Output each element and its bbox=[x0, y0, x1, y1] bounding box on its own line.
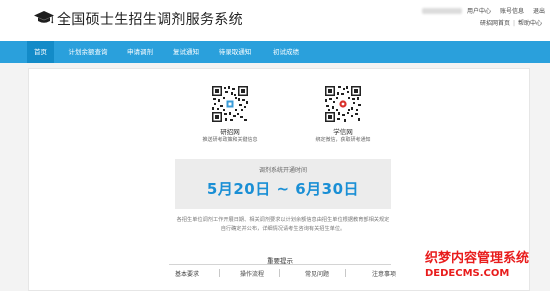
xuexin-qr-desc: 绑定微信，获取研考通知 bbox=[315, 137, 371, 143]
watermark: 织梦内容管理系统 DEDECMS.COM bbox=[425, 247, 550, 279]
xuexin-qr-code bbox=[324, 85, 362, 123]
tip-separator bbox=[279, 269, 280, 277]
tip-notes[interactable]: 注意事项 bbox=[372, 269, 396, 278]
nav-retest-notice[interactable]: 复试通知 bbox=[165, 41, 207, 63]
user-center-link[interactable]: 用户中心 bbox=[467, 6, 491, 15]
tip-separator bbox=[345, 269, 346, 277]
yanzhao-qr-desc: 推送研考政策和关键信息 bbox=[202, 137, 258, 143]
user-links: 用户中心 账号信息 退出 bbox=[467, 6, 545, 15]
nav-home[interactable]: 首页 bbox=[27, 41, 54, 63]
main-nav: 首页 计划余额查询 申请调剂 复试通知 待录取通知 初试成绩 bbox=[0, 41, 550, 63]
nav-apply-adjustment[interactable]: 申请调剂 bbox=[119, 41, 161, 63]
schedule-box: 调剂系统开通时间 5月20日 ~ 6月30日 bbox=[175, 159, 391, 209]
tip-separator bbox=[219, 269, 220, 277]
nav-admission-notice[interactable]: 待录取通知 bbox=[211, 41, 259, 63]
xuexin-qr-title: 学信网 bbox=[333, 128, 353, 136]
tip-faq[interactable]: 常见问题 bbox=[305, 269, 329, 278]
yanzhao-qr-code bbox=[211, 85, 249, 123]
header: 全国硕士生招生调剂服务系统 用户中心 账号信息 退出 研招网首页 | 帮助中心 bbox=[0, 0, 550, 41]
help-center-link[interactable]: 帮助中心 bbox=[518, 18, 542, 27]
watermark-cn: 织梦内容管理系统 bbox=[425, 251, 530, 266]
yanzhao-home-link[interactable]: 研招网首页 bbox=[480, 18, 510, 27]
nav-plan-balance[interactable]: 计划余额查询 bbox=[59, 41, 117, 63]
link-divider: | bbox=[513, 20, 516, 27]
tip-basic-requirements[interactable]: 基本要求 bbox=[175, 269, 199, 278]
schedule-label: 调剂系统开通时间 bbox=[258, 167, 307, 174]
schedule-range: 5月20日 ~ 6月30日 bbox=[206, 180, 360, 198]
tips-divider bbox=[169, 264, 391, 265]
notice-text: 各招生单位调剂工作开展日期、相关调剂要求以计划余额信息由招生单位根据教育部相关规… bbox=[176, 217, 390, 232]
nav-initial-scores[interactable]: 初试成绩 bbox=[265, 41, 307, 63]
yanzhao-qr-title: 研招网 bbox=[220, 128, 240, 136]
watermark-en: DEDECMS.COM bbox=[425, 268, 510, 279]
username-blurred bbox=[422, 8, 462, 14]
tip-operation-flow[interactable]: 操作流程 bbox=[240, 269, 264, 278]
site-links: 研招网首页 | 帮助中心 bbox=[480, 18, 542, 27]
logout-link[interactable]: 退出 bbox=[533, 6, 545, 15]
graduation-cap-icon bbox=[34, 10, 54, 26]
account-info-link[interactable]: 账号信息 bbox=[500, 6, 524, 15]
site-title: 全国硕士生招生调剂服务系统 bbox=[57, 12, 243, 28]
